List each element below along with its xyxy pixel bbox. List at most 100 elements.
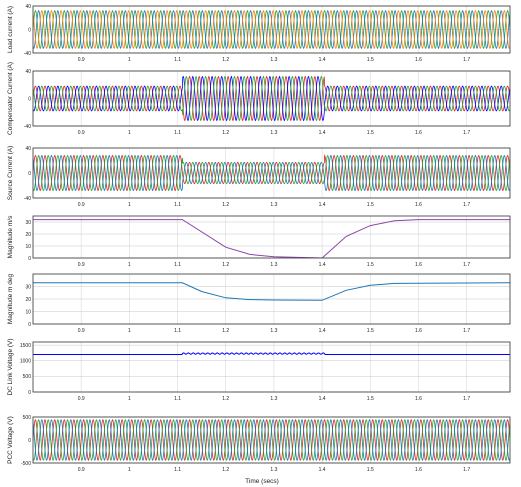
x-tick-label: 1.3 [270, 130, 277, 136]
x-tick-label: 1 [128, 262, 131, 268]
y-tick-label: 40 [25, 4, 31, 10]
x-tick-label: 0.9 [78, 57, 85, 63]
y-tick-label: 0 [28, 438, 31, 444]
y-tick-label: 1500 [20, 343, 31, 349]
x-tick-label: 1.2 [222, 262, 229, 268]
x-tick-label: 1.4 [319, 467, 326, 473]
x-tick-label: 1.3 [270, 57, 277, 63]
y-tick-label: 30 [25, 284, 31, 290]
x-tick-label: 1.6 [415, 467, 422, 473]
x-tick-label: 1.5 [367, 328, 374, 334]
x-tick-label: 1.3 [270, 262, 277, 268]
y-axis-title: Magnitude m deg [7, 274, 14, 325]
x-tick-label: 1 [128, 202, 131, 208]
y-tick-label: -40 [24, 124, 31, 130]
panel-1: 0.9 1 1.1 1.2 1.3 1.4 1.5 1.6 1.7 -40 0 40 Load curr… [7, 4, 511, 63]
x-tick-label: 1.5 [367, 262, 374, 268]
panel-6: 0.9 1 1.1 1.2 1.3 1.4 1.5 1.6 1.7 0 500 1000 1500 DC … [7, 338, 511, 402]
y-axis-title: Compensator Current (A) [7, 62, 14, 135]
y-tick-label: 20 [25, 232, 31, 238]
x-tick-label: 1.2 [222, 467, 229, 473]
x-tick-label: 1.6 [415, 202, 422, 208]
x-tick-label: 0.9 [78, 396, 85, 402]
y-axis-title: PCC Voltage (V) [7, 416, 14, 464]
x-tick-label: 1.7 [463, 328, 470, 334]
x-tick-label: 1.5 [367, 467, 374, 473]
x-tick-label: 1.6 [415, 262, 422, 268]
x-tick-label: 1.2 [222, 328, 229, 334]
x-tick-label: 1.6 [415, 396, 422, 402]
x-tick-label: 1 [128, 57, 131, 63]
x-tick-label: 0.9 [78, 328, 85, 334]
x-tick-label: 1.1 [174, 467, 181, 473]
plot-area [33, 342, 510, 392]
y-tick-label: 0 [28, 390, 31, 396]
x-tick-label: 1.3 [270, 396, 277, 402]
y-axis-title: Magnitude m/s [7, 215, 14, 258]
y-tick-label: 20 [25, 297, 31, 303]
x-tick-label: 0.9 [78, 130, 85, 136]
x-tick-label: 1.5 [367, 396, 374, 402]
x-tick-label: 1.4 [319, 130, 326, 136]
x-tick-label: 1.4 [319, 202, 326, 208]
y-tick-label: -40 [24, 51, 31, 57]
y-tick-label: 0 [28, 27, 31, 33]
x-tick-label: 1.5 [367, 202, 374, 208]
x-tick-label: 1 [128, 467, 131, 473]
x-tick-label: 1.4 [319, 328, 326, 334]
y-axis-title: Source Current (A) [7, 146, 14, 201]
y-tick-label: 40 [25, 69, 31, 75]
x-tick-label: 1.7 [463, 262, 470, 268]
y-axis-title: DC Link Voltage (V) [7, 338, 14, 395]
y-tick-label: -500 [21, 461, 31, 467]
x-tick-label: 1.7 [463, 467, 470, 473]
x-tick-label: 1.7 [463, 130, 470, 136]
x-tick-label: 1.1 [174, 57, 181, 63]
x-tick-label: 0.9 [78, 202, 85, 208]
y-tick-label: 500 [23, 374, 32, 380]
x-tick-label: 0.9 [78, 262, 85, 268]
x-tick-label: 1.7 [463, 202, 470, 208]
y-tick-label: 0 [28, 322, 31, 328]
panel-7: 0.9 1 1.1 1.2 1.3 1.4 1.5 1.6 1.7 -500 0 500 PCC Vol… [7, 415, 511, 473]
x-tick-label: 1.5 [367, 130, 374, 136]
x-tick-label: 1.1 [174, 130, 181, 136]
scope-figure: 0.9 1 1.1 1.2 1.3 1.4 1.5 1.6 1.7 -40 0 40 Load curr… [7, 4, 511, 485]
x-tick-label: 1 [128, 130, 131, 136]
x-tick-label: 1.6 [415, 328, 422, 334]
x-tick-label: 1.4 [319, 396, 326, 402]
x-tick-label: 1.4 [319, 262, 326, 268]
x-tick-label: 1.2 [222, 57, 229, 63]
y-tick-label: 40 [25, 146, 31, 152]
x-tick-label: 1.3 [270, 467, 277, 473]
x-tick-label: 1.7 [463, 396, 470, 402]
x-tick-label: 1.2 [222, 130, 229, 136]
x-axis-title: Time (secs) [245, 478, 279, 485]
panel-3: 0.9 1 1.1 1.2 1.3 1.4 1.5 1.6 1.7 -40 0 40 Source Cu… [7, 146, 511, 208]
y-tick-label: 10 [25, 309, 31, 315]
x-tick-label: 1.2 [222, 202, 229, 208]
x-tick-label: 1.5 [367, 57, 374, 63]
x-tick-label: 1 [128, 328, 131, 334]
x-tick-label: 1.1 [174, 396, 181, 402]
x-tick-label: 1.6 [415, 130, 422, 136]
x-tick-label: 1.2 [222, 396, 229, 402]
scope-panels: 0.9 1 1.1 1.2 1.3 1.4 1.5 1.6 1.7 -40 0 40 Load curr… [7, 4, 511, 473]
y-tick-label: 0 [28, 96, 31, 102]
y-tick-label: 10 [25, 244, 31, 250]
y-tick-label: 30 [25, 220, 31, 226]
x-tick-label: 1.4 [319, 57, 326, 63]
x-tick-label: 1.3 [270, 202, 277, 208]
y-tick-label: 500 [23, 415, 32, 421]
x-tick-label: 1.1 [174, 202, 181, 208]
panel-4: 0.9 1 1.1 1.2 1.3 1.4 1.5 1.6 1.7 0 10 20 30 Magnitud… [7, 215, 511, 268]
panel-5: 0.9 1 1.1 1.2 1.3 1.4 1.5 1.6 1.7 0 10 20 30 Magnitud… [7, 274, 511, 334]
x-tick-label: 1 [128, 396, 131, 402]
panel-2: 0.9 1 1.1 1.2 1.3 1.4 1.5 1.6 1.7 -40 0 40 Compensat… [7, 62, 511, 136]
y-tick-label: 1000 [20, 359, 31, 365]
y-tick-label: 0 [28, 256, 31, 262]
y-tick-label: 0 [28, 171, 31, 177]
x-tick-label: 0.9 [78, 467, 85, 473]
x-tick-label: 1.6 [415, 57, 422, 63]
y-axis-title: Load current (A) [7, 6, 14, 53]
